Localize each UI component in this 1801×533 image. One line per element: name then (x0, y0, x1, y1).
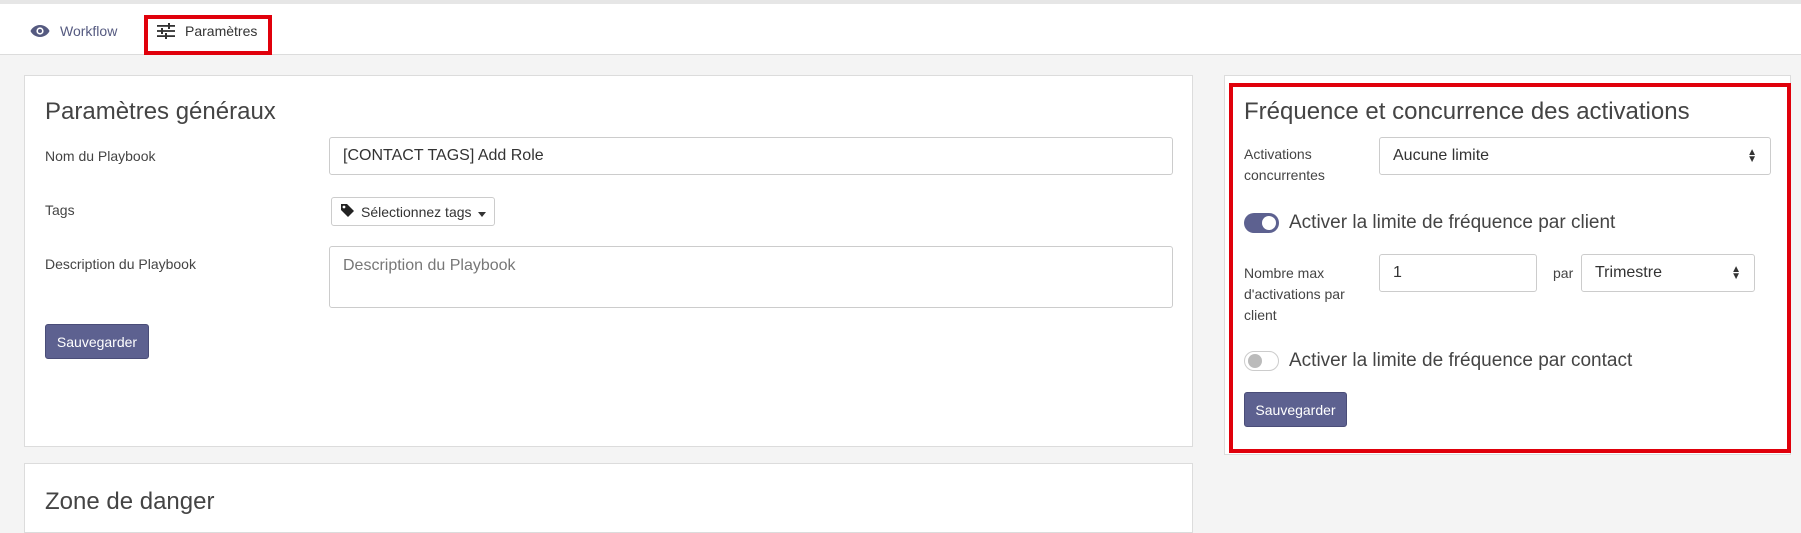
per-label: par (1553, 265, 1574, 281)
concurrent-activations-select[interactable]: Aucune limite ▲ ▼ (1379, 137, 1771, 175)
playbook-name-label: Nom du Playbook (45, 148, 156, 164)
select-tags-label: Sélectionnez tags (361, 203, 472, 220)
playbook-name-input[interactable]: [CONTACT TAGS] Add Role (329, 137, 1173, 175)
general-settings-title: Paramètres généraux (45, 98, 276, 125)
max-label-line2: d'activations par (1244, 286, 1345, 302)
general-settings-card: Paramètres généraux Nom du Playbook [CON… (24, 75, 1193, 447)
eye-icon (30, 24, 50, 38)
tab-bar: Workflow Paramètres (0, 4, 1801, 55)
tag-icon (340, 203, 355, 221)
playbook-description-textarea[interactable]: Description du Playbook (329, 246, 1173, 308)
contact-frequency-label: Activer la limite de fréquence par conta… (1289, 350, 1633, 371)
concurrent-label-line2: concurrentes (1244, 167, 1325, 183)
sliders-icon (157, 23, 175, 39)
client-frequency-toggle[interactable] (1244, 213, 1279, 233)
select-arrows-icon: ▲ ▼ (1731, 264, 1741, 282)
frequency-save-button[interactable]: Sauvegarder (1244, 392, 1347, 427)
tab-parametres-label: Paramètres (185, 23, 258, 39)
tab-workflow-label: Workflow (60, 23, 118, 39)
select-arrows-icon: ▲ ▼ (1747, 147, 1757, 165)
max-activations-input[interactable]: 1 (1379, 254, 1537, 292)
tags-label: Tags (45, 202, 75, 218)
concurrent-activations-label: Activations concurrentes (1244, 144, 1325, 186)
contact-frequency-toggle[interactable] (1244, 351, 1279, 371)
client-frequency-label: Activer la limite de fréquence par clien… (1289, 212, 1616, 233)
toggle-knob (1262, 216, 1276, 230)
tab-workflow[interactable]: Workflow (30, 16, 117, 46)
danger-zone-card: Zone de danger (24, 463, 1193, 533)
concurrent-activations-value: Aucune limite (1393, 147, 1490, 164)
caret-down-icon (477, 204, 486, 220)
playbook-description-label: Description du Playbook (45, 256, 196, 272)
toggle-knob (1248, 354, 1262, 368)
max-activations-label: Nombre max d'activations par client (1244, 263, 1345, 326)
danger-zone-title: Zone de danger (45, 488, 215, 515)
frequency-title: Fréquence et concurrence des activations (1244, 98, 1690, 125)
period-value: Trimestre (1595, 264, 1662, 281)
period-select[interactable]: Trimestre ▲ ▼ (1581, 254, 1755, 292)
tab-parametres[interactable]: Paramètres (157, 16, 257, 46)
max-label-line1: Nombre max (1244, 265, 1325, 281)
max-label-line3: client (1244, 307, 1277, 323)
frequency-card: Fréquence et concurrence des activations… (1224, 75, 1791, 455)
concurrent-label-line1: Activations (1244, 146, 1312, 162)
select-tags-button[interactable]: Sélectionnez tags (331, 197, 495, 226)
general-save-button[interactable]: Sauvegarder (45, 324, 149, 359)
